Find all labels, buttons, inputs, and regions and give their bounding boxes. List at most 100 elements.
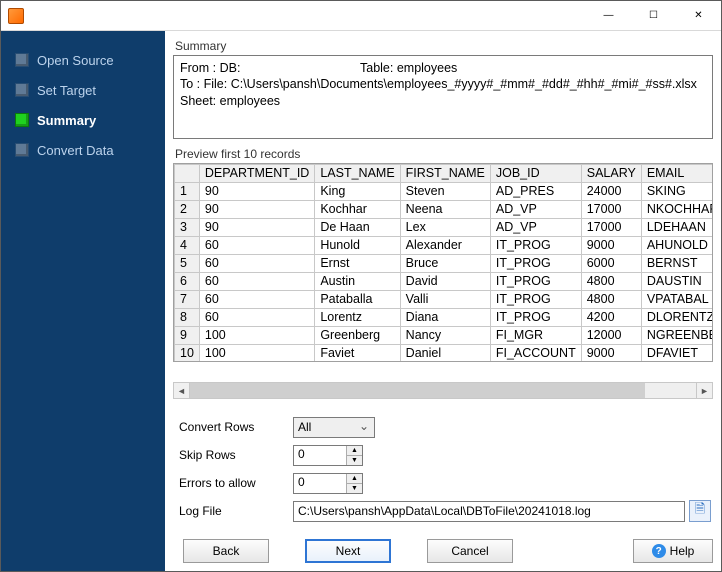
- row-number: 9: [175, 326, 200, 344]
- errors-label: Errors to allow: [179, 476, 293, 490]
- close-button[interactable]: ✕: [676, 1, 721, 31]
- col-header[interactable]: FIRST_NAME: [400, 164, 490, 182]
- log-file-input[interactable]: [293, 501, 685, 522]
- cell: Nancy: [400, 326, 490, 344]
- cell: 9000: [581, 236, 641, 254]
- horizontal-scrollbar[interactable]: ◄ ►: [173, 382, 713, 399]
- cell: Faviet: [315, 344, 400, 362]
- row-number-header: [175, 164, 200, 182]
- nav-summary[interactable]: Summary: [1, 105, 165, 135]
- col-header[interactable]: JOB_ID: [490, 164, 581, 182]
- scroll-right-icon[interactable]: ►: [696, 382, 713, 399]
- cell: 100: [199, 344, 314, 362]
- scroll-left-icon[interactable]: ◄: [173, 382, 190, 399]
- wizard-sidebar: Open Source Set Target Summary Convert D…: [1, 31, 165, 571]
- document-icon: 🗎: [695, 500, 705, 522]
- back-button[interactable]: Back: [183, 539, 269, 563]
- cell: David: [400, 272, 490, 290]
- summary-label: Summary: [175, 39, 713, 53]
- row-number: 2: [175, 200, 200, 218]
- spinner-up-icon[interactable]: ▲: [347, 446, 362, 456]
- table-row[interactable]: 860LorentzDianaIT_PROG4200DLORENTZ103: [175, 308, 714, 326]
- col-header[interactable]: EMAIL: [641, 164, 713, 182]
- col-header[interactable]: DEPARTMENT_ID: [199, 164, 314, 182]
- cell: 60: [199, 308, 314, 326]
- row-number: 1: [175, 182, 200, 200]
- nav-label: Summary: [37, 113, 96, 128]
- errors-spinner[interactable]: 0 ▲ ▼: [293, 473, 363, 494]
- cell: 60: [199, 272, 314, 290]
- cell: AD_VP: [490, 200, 581, 218]
- cell: IT_PROG: [490, 308, 581, 326]
- minimize-button[interactable]: —: [586, 1, 631, 31]
- nav-open-source[interactable]: Open Source: [1, 45, 165, 75]
- cell: BERNST: [641, 254, 713, 272]
- wizard-buttons: Back Next Cancel ? Help: [173, 539, 713, 563]
- cell: Bruce: [400, 254, 490, 272]
- cell: DFAVIET: [641, 344, 713, 362]
- cell: 60: [199, 290, 314, 308]
- help-icon: ?: [652, 544, 666, 558]
- help-button[interactable]: ? Help: [633, 539, 713, 563]
- cell: Austin: [315, 272, 400, 290]
- table-row[interactable]: 10100FavietDanielFI_ACCOUNT9000DFAVIET10…: [175, 344, 714, 362]
- cell: Pataballa: [315, 290, 400, 308]
- cell: Neena: [400, 200, 490, 218]
- table-row[interactable]: 760PataballaValliIT_PROG4800VPATABAL103: [175, 290, 714, 308]
- cell: Steven: [400, 182, 490, 200]
- nav-convert-data[interactable]: Convert Data: [1, 135, 165, 165]
- cell: Kochhar: [315, 200, 400, 218]
- row-number: 10: [175, 344, 200, 362]
- browse-log-button[interactable]: 🗎: [689, 500, 711, 522]
- col-header[interactable]: SALARY: [581, 164, 641, 182]
- next-button[interactable]: Next: [305, 539, 391, 563]
- cell: 12000: [581, 326, 641, 344]
- scroll-track[interactable]: [190, 382, 696, 399]
- cell: Lorentz: [315, 308, 400, 326]
- app-icon: [8, 8, 24, 24]
- table-row[interactable]: 390De HaanLexAD_VP17000LDEHAAN100: [175, 218, 714, 236]
- cell: AD_PRES: [490, 182, 581, 200]
- maximize-button[interactable]: ☐: [631, 1, 676, 31]
- skip-rows-spinner[interactable]: 0 ▲ ▼: [293, 445, 363, 466]
- table-row[interactable]: 290KochharNeenaAD_VP17000NKOCHHAR100: [175, 200, 714, 218]
- cell: Ernst: [315, 254, 400, 272]
- step-box-icon: [15, 83, 29, 97]
- cell: Greenberg: [315, 326, 400, 344]
- cell: 24000: [581, 182, 641, 200]
- skip-rows-label: Skip Rows: [179, 448, 293, 462]
- step-box-icon: [15, 113, 29, 127]
- table-row[interactable]: 560ErnstBruceIT_PROG6000BERNST103: [175, 254, 714, 272]
- spinner-down-icon[interactable]: ▼: [347, 484, 362, 493]
- row-number: 8: [175, 308, 200, 326]
- convert-rows-select[interactable]: All: [293, 417, 375, 438]
- table-row[interactable]: 9100GreenbergNancyFI_MGR12000NGREENBE101: [175, 326, 714, 344]
- row-number: 4: [175, 236, 200, 254]
- cell: IT_PROG: [490, 290, 581, 308]
- table-row[interactable]: 190KingStevenAD_PRES24000SKINGnull: [175, 182, 714, 200]
- cell: King: [315, 182, 400, 200]
- spinner-value: 0: [294, 446, 346, 465]
- spinner-up-icon[interactable]: ▲: [347, 474, 362, 484]
- table-row[interactable]: 660AustinDavidIT_PROG4800DAUSTIN103: [175, 272, 714, 290]
- help-label: Help: [670, 544, 695, 558]
- cell: DLORENTZ: [641, 308, 713, 326]
- table-header-row: DEPARTMENT_ID LAST_NAME FIRST_NAME JOB_I…: [175, 164, 714, 182]
- scroll-thumb[interactable]: [190, 383, 645, 398]
- convert-rows-label: Convert Rows: [179, 420, 293, 434]
- nav-label: Set Target: [37, 83, 96, 98]
- cell: Valli: [400, 290, 490, 308]
- cancel-button[interactable]: Cancel: [427, 539, 513, 563]
- table-row[interactable]: 460HunoldAlexanderIT_PROG9000AHUNOLD102: [175, 236, 714, 254]
- cell: De Haan: [315, 218, 400, 236]
- cell: 4800: [581, 272, 641, 290]
- cell: NGREENBE: [641, 326, 713, 344]
- nav-label: Open Source: [37, 53, 114, 68]
- cell: Diana: [400, 308, 490, 326]
- cell: 6000: [581, 254, 641, 272]
- cell: Lex: [400, 218, 490, 236]
- nav-set-target[interactable]: Set Target: [1, 75, 165, 105]
- spinner-down-icon[interactable]: ▼: [347, 456, 362, 465]
- col-header[interactable]: LAST_NAME: [315, 164, 400, 182]
- cell: IT_PROG: [490, 272, 581, 290]
